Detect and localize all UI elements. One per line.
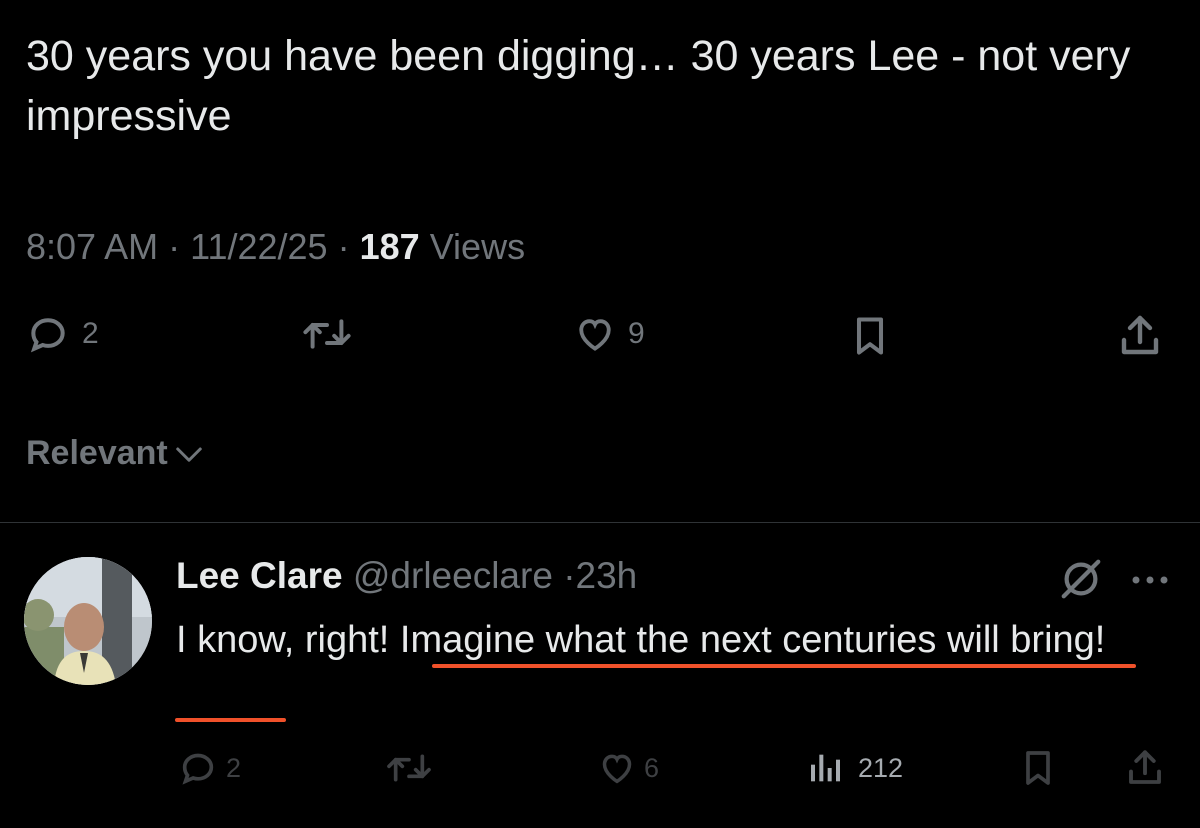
highlight-underline bbox=[175, 718, 286, 722]
divider bbox=[0, 522, 1200, 523]
share-icon bbox=[1121, 315, 1159, 355]
reply-text-highlighted: Imagine what the next centuries will bri… bbox=[399, 619, 1106, 661]
reply-reply-button[interactable]: 2 bbox=[178, 748, 241, 788]
share-button[interactable] bbox=[1116, 312, 1164, 360]
reply-author-handle[interactable]: @drleeclare bbox=[353, 555, 553, 596]
like-button[interactable]: 9 bbox=[572, 312, 645, 356]
chevron-down-icon bbox=[175, 447, 202, 462]
reply-views-button[interactable]: 212 bbox=[806, 748, 903, 788]
bookmark-button[interactable] bbox=[848, 312, 892, 360]
reply-retweet-button[interactable] bbox=[384, 748, 434, 788]
tweet-time[interactable]: 8:07 AM bbox=[26, 226, 158, 267]
highlight-underline bbox=[432, 664, 1136, 668]
reply-count: 2 bbox=[82, 317, 99, 350]
grok-icon bbox=[1061, 559, 1101, 599]
tweet-date[interactable]: 11/22/25 bbox=[190, 226, 327, 267]
tweet-views-label: Views bbox=[429, 226, 526, 267]
tweet-action-bar: 2 9 bbox=[0, 312, 1200, 372]
retweet-icon bbox=[303, 319, 351, 349]
reply-icon bbox=[182, 753, 214, 785]
views-icon bbox=[811, 754, 840, 782]
reply-icon bbox=[30, 318, 65, 353]
reply-like-button[interactable]: 6 bbox=[596, 748, 659, 788]
reply-time[interactable]: 23h bbox=[576, 555, 638, 596]
reply-text: I know, right! Imagine what the next cen… bbox=[176, 612, 1156, 668]
heart-icon bbox=[579, 319, 611, 351]
sort-label: Relevant bbox=[26, 434, 168, 472]
reply-header-actions bbox=[1058, 556, 1170, 607]
more-icon bbox=[1132, 576, 1168, 583]
more-button[interactable] bbox=[1130, 573, 1170, 591]
tweet-meta: 8:07 AM · 11/22/25 · 187 Views bbox=[26, 226, 526, 267]
reply-reply-count: 2 bbox=[226, 752, 242, 783]
reply-button[interactable]: 2 bbox=[26, 312, 99, 356]
reply-header: Lee Clare @drleeclare ·23h bbox=[176, 555, 638, 596]
avatar[interactable] bbox=[24, 557, 152, 685]
reply-like-count: 6 bbox=[644, 752, 660, 783]
bookmark-icon bbox=[1026, 751, 1050, 785]
bookmark-icon bbox=[856, 317, 884, 355]
retweet-icon bbox=[387, 754, 431, 782]
share-icon bbox=[1129, 750, 1161, 784]
heart-icon bbox=[602, 754, 632, 784]
reply-views-count: 212 bbox=[858, 752, 904, 783]
tweet-text: 30 years you have been digging… 30 years… bbox=[26, 32, 1131, 140]
reply-share-button[interactable] bbox=[1124, 746, 1166, 790]
retweet-button[interactable] bbox=[300, 312, 354, 356]
reply-author-name[interactable]: Lee Clare bbox=[176, 555, 343, 596]
like-count: 9 bbox=[628, 317, 645, 350]
reply-action-bar: 2 6 212 bbox=[0, 740, 1200, 796]
reply-text-part1: I know, right! bbox=[176, 619, 400, 661]
reply-bookmark-button[interactable] bbox=[1018, 746, 1058, 790]
tweet-views-count: 187 bbox=[359, 226, 420, 267]
grok-button[interactable] bbox=[1058, 556, 1104, 607]
sort-dropdown[interactable]: Relevant bbox=[26, 434, 204, 473]
